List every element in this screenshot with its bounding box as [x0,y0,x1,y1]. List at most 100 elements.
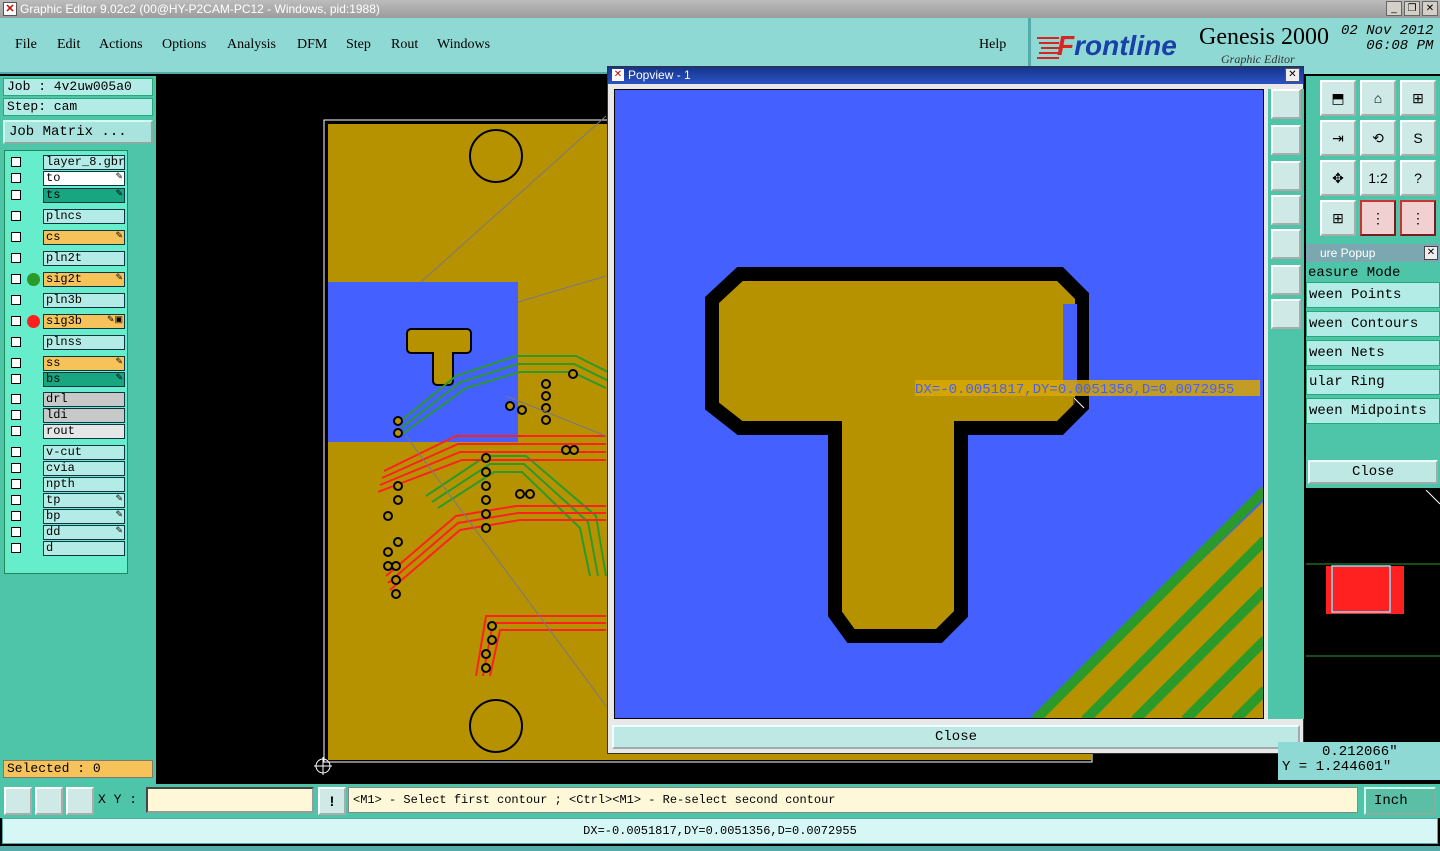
alert-icon[interactable]: ! [318,787,346,815]
layer-checkbox[interactable] [11,316,21,326]
layer-name[interactable]: drl [43,392,125,407]
layer-checkbox[interactable] [11,232,21,242]
layer-name[interactable]: plnss [43,335,125,350]
layer-row[interactable]: to ✎ [7,171,127,186]
layer-row[interactable]: plncs [7,209,127,224]
layer-name[interactable]: pln3b [43,293,125,308]
layer-row[interactable]: dd ✎ [7,525,127,540]
layer-checkbox[interactable] [11,543,21,553]
layer-checkbox[interactable] [11,173,21,183]
measure-between-midpoints[interactable]: ween Midpoints [1306,398,1440,424]
layer-row[interactable]: layer_8.gbr [7,155,127,170]
job-matrix-button[interactable]: Job Matrix ... [3,120,153,144]
layer-checkbox[interactable] [11,447,21,457]
restore-icon[interactable]: ❐ [1404,1,1420,16]
grid-icon[interactable]: ⊞ [1320,200,1356,236]
layer-row[interactable]: rout [7,424,127,439]
measure-snap-icon[interactable] [35,787,63,815]
layer-row[interactable]: sig2t ✎ [7,272,127,287]
layer-checkbox[interactable] [11,410,21,420]
measure-between-nets[interactable]: ween Nets [1306,340,1440,366]
layer-name[interactable]: d [43,541,125,556]
menu-rout[interactable]: Rout [391,37,418,53]
traffic-light-icon[interactable]: ⋮ [1360,200,1396,236]
layer-name[interactable]: cs [43,230,125,245]
layer-row[interactable]: sig3b ✎▣ [7,314,127,329]
zoom-center-icon[interactable] [1271,125,1301,155]
overview-window[interactable] [1306,489,1440,732]
popview-close-icon[interactable]: ✕ [1285,68,1300,82]
layer-name[interactable]: ldi [43,408,125,423]
layer-row[interactable]: cs ✎ [7,230,127,245]
layer-name[interactable]: ts [43,188,125,203]
zoom-in-icon[interactable] [1271,89,1301,119]
layer-checkbox[interactable] [11,337,21,347]
menu-windows[interactable]: Windows [437,37,490,53]
menu-edit[interactable]: Edit [57,37,80,53]
layer-checkbox[interactable] [11,253,21,263]
layer-checkbox[interactable] [11,463,21,473]
menu-actions[interactable]: Actions [99,37,143,53]
layer-checkbox[interactable] [11,157,21,167]
layer-checkbox[interactable] [11,374,21,384]
traffic-light-alt-icon[interactable]: ⋮ [1400,200,1436,236]
rotate-icon[interactable]: ⟲ [1360,120,1396,156]
zoomed-view[interactable]: DX=-0.0051817,DY=0.0051356,D=0.0072955 [615,90,1264,719]
layer-checkbox[interactable] [11,426,21,436]
layer-row[interactable]: pln3b [7,293,127,308]
layer-row[interactable]: bp ✎ [7,509,127,524]
layer-checkbox[interactable] [11,274,21,284]
menu-options[interactable]: Options [162,37,206,53]
close-icon[interactable]: ✕ [1422,1,1438,16]
zoom-window-icon[interactable]: ⬒ [1320,80,1356,116]
menu-file[interactable]: File [15,37,37,53]
split-view-icon[interactable]: ⊞ [1400,80,1436,116]
layer-name[interactable]: v-cut [43,445,125,460]
t-pad-zoomed[interactable] [705,267,1089,643]
layer-name[interactable]: npth [43,477,125,492]
layer-checkbox[interactable] [11,190,21,200]
layer-row[interactable]: ldi [7,408,127,423]
measure-between-contours[interactable]: ween Contours [1306,311,1440,337]
layer-checkbox[interactable] [11,495,21,505]
layer-row[interactable]: drl [7,392,127,407]
layer-row[interactable]: v-cut [7,445,127,460]
layer-name[interactable]: to [43,171,125,186]
popview-close-button[interactable]: Close [612,725,1300,749]
minimize-icon[interactable]: _ [1386,1,1402,16]
pan-right-icon[interactable] [1271,229,1301,259]
layer-name[interactable]: cvia [43,461,125,476]
layer-checkbox[interactable] [11,211,21,221]
layer-row[interactable]: d [7,541,127,556]
layer-name[interactable]: pln2t [43,251,125,266]
layer-name[interactable]: bs [43,372,125,387]
menu-analysis[interactable]: Analysis [227,37,276,53]
layer-row[interactable]: bs ✎ [7,372,127,387]
xy-input[interactable] [146,787,314,813]
layer-name[interactable]: tp [43,493,125,508]
layer-checkbox[interactable] [11,479,21,489]
layer-row[interactable]: tp ✎ [7,493,127,508]
grid-snap-icon[interactable] [66,787,94,815]
snake-icon[interactable]: S [1400,120,1436,156]
layer-row[interactable]: ts ✎ [7,188,127,203]
snap-icon[interactable] [4,787,32,815]
pan-left-icon[interactable] [1271,195,1301,225]
layer-row[interactable]: pln2t [7,251,127,266]
help-icon[interactable]: ? [1400,160,1436,196]
menu-help[interactable]: Help [979,37,1006,53]
pan-down-icon[interactable] [1271,161,1301,191]
move-icon[interactable]: ✥ [1320,160,1356,196]
menu-step[interactable]: Step [346,37,371,53]
zoom-out-icon[interactable] [1271,299,1301,329]
layer-checkbox[interactable] [11,394,21,404]
measure-popup-close-icon[interactable]: ✕ [1424,246,1438,260]
layer-checkbox[interactable] [11,358,21,368]
layer-row[interactable]: ss ✎ [7,356,127,371]
popview-canvas[interactable]: DX=-0.0051817,DY=0.0051356,D=0.0072955 [614,89,1264,719]
layer-name[interactable]: plncs [43,209,125,224]
layer-checkbox[interactable] [11,295,21,305]
units-selector[interactable]: Inch [1364,787,1436,815]
layer-name[interactable]: bp [43,509,125,524]
measure-popup-close-button[interactable]: Close [1308,460,1438,484]
